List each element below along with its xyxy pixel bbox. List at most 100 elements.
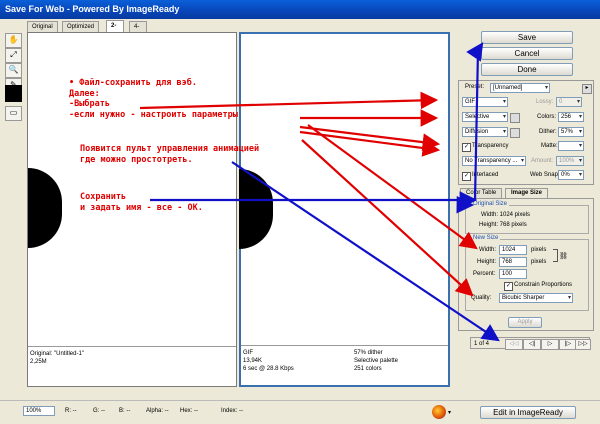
matte-select[interactable]	[558, 141, 584, 151]
optimized-palette: Selective palette	[353, 358, 398, 364]
status-bar: 100% R: -- G: -- B: -- Alpha: -- Hex: --…	[0, 400, 600, 424]
palette-select[interactable]: Selective	[462, 112, 508, 122]
percent-label: Percent:	[473, 271, 496, 277]
annotation-line: Далее:	[69, 88, 100, 99]
annotation-line: -если нужно - настроить параметры	[69, 109, 238, 120]
websnap-select[interactable]: 0%	[558, 170, 584, 180]
chevron-down-icon[interactable]: ▾	[448, 409, 451, 416]
annotation-line: -Выбрать	[69, 99, 110, 109]
annotation-block-3: Сохранить и задать имя - все - ОК.	[80, 192, 203, 213]
tab-4-up[interactable]: 4-Up	[129, 21, 147, 40]
interlaced-checkbox[interactable]: ✓	[462, 172, 471, 181]
preset-label: Preset:	[465, 84, 485, 90]
red-readout: R: --	[65, 408, 77, 414]
zoom-value: 100%	[26, 408, 42, 414]
chain-link-icon: ⛓	[559, 253, 568, 260]
original-height-text: Height: 768 pixels	[479, 222, 527, 228]
original-size-title: Original Size	[471, 201, 510, 207]
lossy-field[interactable]: 0	[556, 97, 582, 107]
edit-in-imageready-button[interactable]: Edit in ImageReady	[480, 406, 576, 419]
annotation-line: и задать имя - все - ОК.	[80, 202, 203, 213]
alpha-readout: Alpha: --	[146, 408, 169, 414]
browser-preview-icon[interactable]	[432, 405, 446, 419]
quality-label: Quality:	[471, 295, 492, 301]
percent-input[interactable]: 100	[499, 269, 527, 279]
new-size-group: New Size Width: 1024 pixels Height: 768 …	[465, 235, 589, 311]
colors-select[interactable]: 256	[558, 112, 584, 122]
amount-field[interactable]: 100%	[556, 156, 584, 166]
optimized-size: 13,94K	[243, 358, 263, 364]
height-input[interactable]: 768	[499, 257, 527, 267]
transparency-dither-select[interactable]: No Transparency ...	[462, 156, 526, 166]
constrain-proportions-label: Constrain Proportions	[514, 282, 573, 288]
eyedropper-color-swatch[interactable]	[5, 85, 22, 102]
width-label: Width:	[479, 247, 497, 253]
palette-mask-icon[interactable]	[510, 113, 520, 123]
width-input[interactable]: 1024	[499, 245, 527, 255]
toolbox: ✋ ⤢ 🔍 ✎ ▭	[0, 19, 25, 405]
annotation-line: Сохранить	[80, 192, 127, 202]
optimized-caption: GIF 13,94K 6 sec @ 28.8 Kbps 57% dither …	[241, 345, 448, 385]
hand-tool-icon[interactable]: ✋	[5, 33, 22, 48]
zoom-select[interactable]: 100%	[23, 406, 55, 416]
cancel-button[interactable]: Cancel	[481, 47, 573, 60]
annotation-line: где можно простотреть.	[80, 154, 193, 165]
apply-button[interactable]: Apply	[508, 317, 542, 328]
quality-select[interactable]: Bicubic Sharper	[499, 293, 573, 303]
hex-readout: Hex: --	[180, 408, 198, 414]
window-title: Save For Web - Powered By ImageReady	[5, 4, 180, 14]
frame-counter: 1 of 4	[474, 341, 490, 347]
dither-field[interactable]: 57%	[558, 127, 584, 137]
settings-menu-icon[interactable]: ▸	[582, 84, 592, 94]
tab-optimized[interactable]: Optimized	[62, 21, 100, 32]
dither-mask-icon[interactable]	[510, 128, 520, 138]
green-readout: G: --	[93, 408, 105, 414]
lossy-label: Lossy:	[536, 99, 554, 105]
amount-label: Amount:	[531, 158, 554, 164]
panel-tabs: Color Table Image Size	[458, 188, 594, 199]
original-caption: Original: "Untitled-1" 2,25M	[28, 346, 236, 386]
animation-controls: 1 of 4 ◁◁ ◁| ▷ |▷ ▷▷	[470, 337, 591, 350]
tab-original[interactable]: Original	[27, 21, 58, 32]
previous-frame-icon[interactable]: ◁|	[523, 339, 541, 350]
dither-label: Dither:	[539, 129, 557, 135]
optimize-settings-panel: Preset: [Unnamed] ▸ GIF Lossy: 0 Selecti…	[458, 80, 594, 185]
annotation-block-1: • Файл-сохранить для вэб. Далее: -Выбрат…	[69, 78, 238, 120]
image-half-circle	[28, 168, 62, 248]
interlaced-label: Interlaced	[472, 172, 499, 178]
optimized-format: GIF	[243, 350, 253, 356]
annotation-line: • Файл-сохранить для вэб.	[69, 78, 197, 88]
last-frame-icon[interactable]: ▷▷	[575, 339, 591, 350]
format-select[interactable]: GIF	[462, 97, 508, 107]
dither-algorithm-select[interactable]: Diffusion	[462, 127, 508, 137]
original-caption-size: 2,25M	[30, 359, 47, 365]
blue-readout: B: --	[119, 408, 131, 414]
preset-select[interactable]: [Unnamed]	[490, 83, 550, 93]
tab-2-up[interactable]: 2-Up	[106, 20, 124, 39]
zoom-tool-icon[interactable]: 🔍	[5, 63, 22, 78]
image-size-panel: Original Size Width: 1024 pixels Height:…	[458, 198, 594, 331]
original-width-text: Width: 1024 pixels	[481, 212, 531, 218]
websnap-label: Web Snap:	[530, 172, 560, 178]
matte-label: Matte:	[541, 143, 558, 149]
play-icon[interactable]: ▷	[541, 339, 559, 350]
transparency-checkbox[interactable]: ✓	[462, 143, 471, 152]
save-button[interactable]: Save	[481, 31, 573, 44]
optimized-preview-pane[interactable]: GIF 13,94K 6 sec @ 28.8 Kbps 57% dither …	[239, 32, 450, 387]
first-frame-icon[interactable]: ◁◁	[505, 339, 523, 350]
toggle-slices-icon[interactable]: ▭	[5, 106, 22, 121]
annotation-block-2: Появится пульт управления анимацией где …	[80, 144, 259, 165]
index-readout: Index: --	[221, 408, 244, 414]
window-title-bar: Save For Web - Powered By ImageReady	[0, 0, 600, 19]
done-button[interactable]: Done	[481, 63, 573, 76]
height-label: Height:	[477, 259, 497, 265]
slice-select-tool-icon[interactable]: ⤢	[5, 48, 22, 63]
new-size-title: New Size	[471, 235, 501, 241]
image-half-circle	[239, 169, 273, 249]
colors-label: Colors:	[537, 114, 557, 120]
optimized-details: 57% dither Selective palette 251 colors	[354, 349, 398, 373]
constrain-proportions-checkbox[interactable]: ✓	[504, 282, 513, 291]
width-unit: pixels	[531, 247, 547, 253]
height-unit: pixels	[531, 259, 547, 265]
transparency-label: Transparency	[472, 143, 509, 149]
